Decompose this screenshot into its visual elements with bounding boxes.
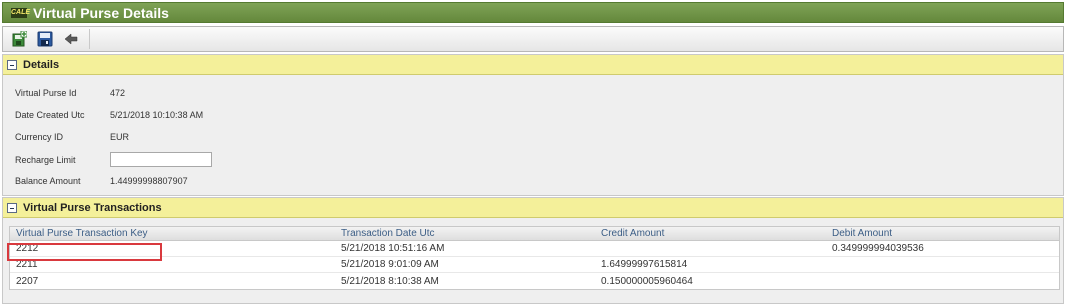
toolbar: [2, 26, 1064, 52]
back-icon: [64, 33, 78, 45]
table-row[interactable]: 2211 5/21/2018 9:01:09 AM 1.649999976158…: [10, 257, 1059, 273]
collapse-icon[interactable]: [7, 59, 17, 70]
column-header[interactable]: Debit Amount: [832, 227, 892, 240]
field-label: Recharge Limit: [15, 154, 76, 165]
column-header[interactable]: Virtual Purse Transaction Key: [16, 227, 148, 240]
field-date-created: Date Created Utc 5/21/2018 10:10:38 AM: [15, 108, 203, 122]
cell-debit: 0.349999994039536: [832, 243, 924, 254]
details-header[interactable]: Details: [3, 55, 1063, 75]
table-row[interactable]: 2212 5/21/2018 10:51:16 AM 0.34999999403…: [10, 241, 1059, 257]
field-value: 472: [110, 88, 126, 98]
table-header: Virtual Purse Transaction Key Transactio…: [10, 227, 1059, 241]
field-recharge-limit: Recharge Limit: [15, 151, 212, 168]
transactions-header[interactable]: Virtual Purse Transactions: [3, 198, 1063, 218]
details-section: Details Virtual Purse Id 472 Date Create…: [2, 54, 1064, 196]
cell-date: 5/21/2018 9:01:09 AM: [341, 259, 439, 270]
column-header[interactable]: Transaction Date Utc: [341, 227, 435, 240]
back-button[interactable]: [61, 29, 81, 49]
toolbar-separator: [89, 29, 90, 49]
field-label: Balance Amount: [15, 176, 81, 186]
cell-key: 2207: [16, 275, 39, 287]
cale-logo: CALE: [11, 7, 31, 18]
page-title: Virtual Purse Details: [33, 4, 169, 21]
title-bar: CALE Virtual Purse Details: [2, 2, 1064, 23]
highlight-box: [7, 243, 162, 261]
save-button[interactable]: [35, 29, 55, 49]
cell-credit: 1.64999997615814: [601, 259, 688, 270]
save-new-icon: [12, 31, 27, 47]
field-value: 1.44999998807907: [110, 176, 188, 186]
field-label: Virtual Purse Id: [15, 88, 77, 98]
save-icon: [37, 31, 53, 47]
transactions-table: Virtual Purse Transaction Key Transactio…: [9, 226, 1060, 290]
field-label: Date Created Utc: [15, 110, 85, 120]
section-title: Details: [23, 58, 60, 71]
section-title: Virtual Purse Transactions: [23, 201, 162, 214]
table-row[interactable]: 2207 5/21/2018 8:10:38 AM 0.150000005960…: [10, 273, 1059, 289]
column-header[interactable]: Credit Amount: [601, 227, 664, 240]
field-virtual-purse-id: Virtual Purse Id 472: [15, 86, 125, 100]
field-label: Currency ID: [15, 132, 64, 142]
field-value: EUR: [110, 132, 130, 142]
field-balance-amount: Balance Amount 1.44999998807907: [15, 174, 188, 188]
collapse-icon[interactable]: [7, 202, 17, 213]
cell-credit: 0.150000005960464: [601, 275, 693, 287]
cell-date: 5/21/2018 8:10:38 AM: [341, 275, 439, 287]
field-currency-id: Currency ID EUR: [15, 130, 129, 144]
save-new-button[interactable]: [9, 29, 29, 49]
field-value: 5/21/2018 10:10:38 AM: [110, 110, 204, 120]
cell-date: 5/21/2018 10:51:16 AM: [341, 243, 445, 254]
recharge-limit-input[interactable]: [110, 152, 212, 167]
